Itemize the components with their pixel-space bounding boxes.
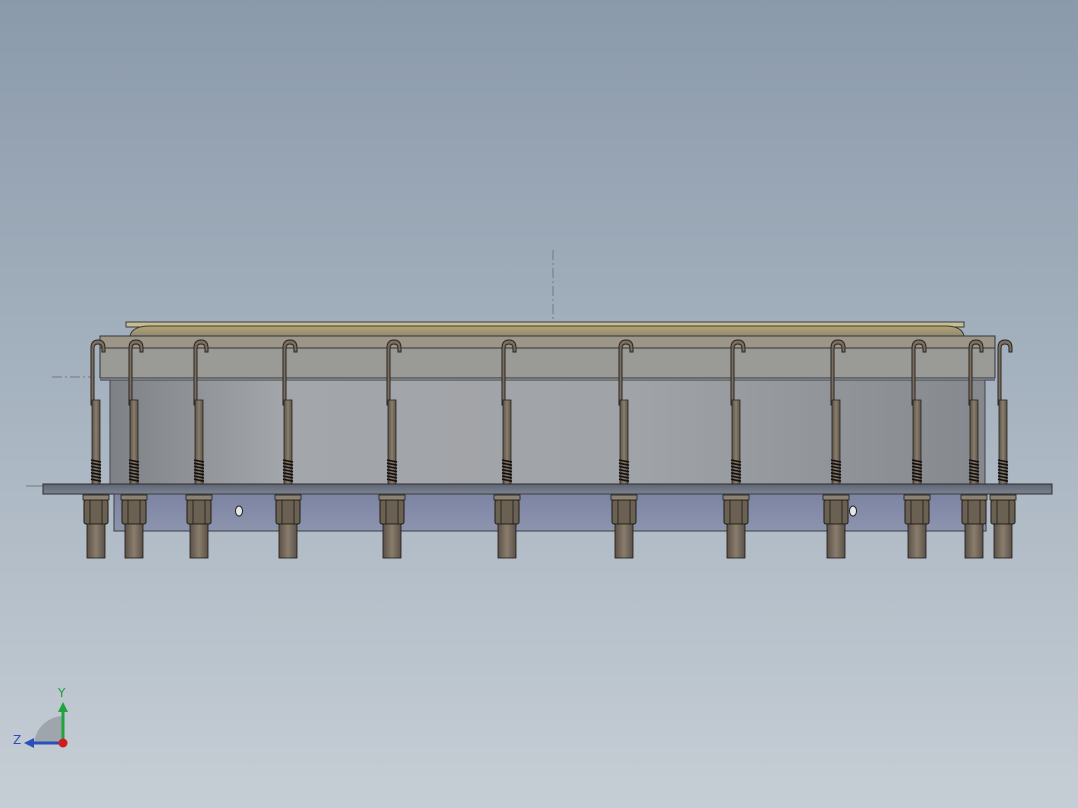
triad-arc: [34, 716, 63, 744]
mounting-hole-right: [849, 505, 857, 517]
tank-flange[interactable]: [99, 335, 996, 381]
y-axis-label: Y: [57, 686, 66, 700]
base-plate[interactable]: [42, 483, 1053, 495]
x-axis-dot: [58, 738, 68, 748]
tank-lid[interactable]: [125, 321, 965, 337]
tank-body[interactable]: [109, 379, 986, 487]
y-axis-arrowhead: [58, 702, 68, 712]
z-axis-arrowhead: [24, 738, 34, 748]
coordinate-triad: Y Z: [13, 686, 68, 748]
z-axis-label: Z: [13, 733, 21, 747]
mounting-hole-left: [235, 505, 243, 517]
cad-viewport[interactable]: [0, 0, 1078, 808]
